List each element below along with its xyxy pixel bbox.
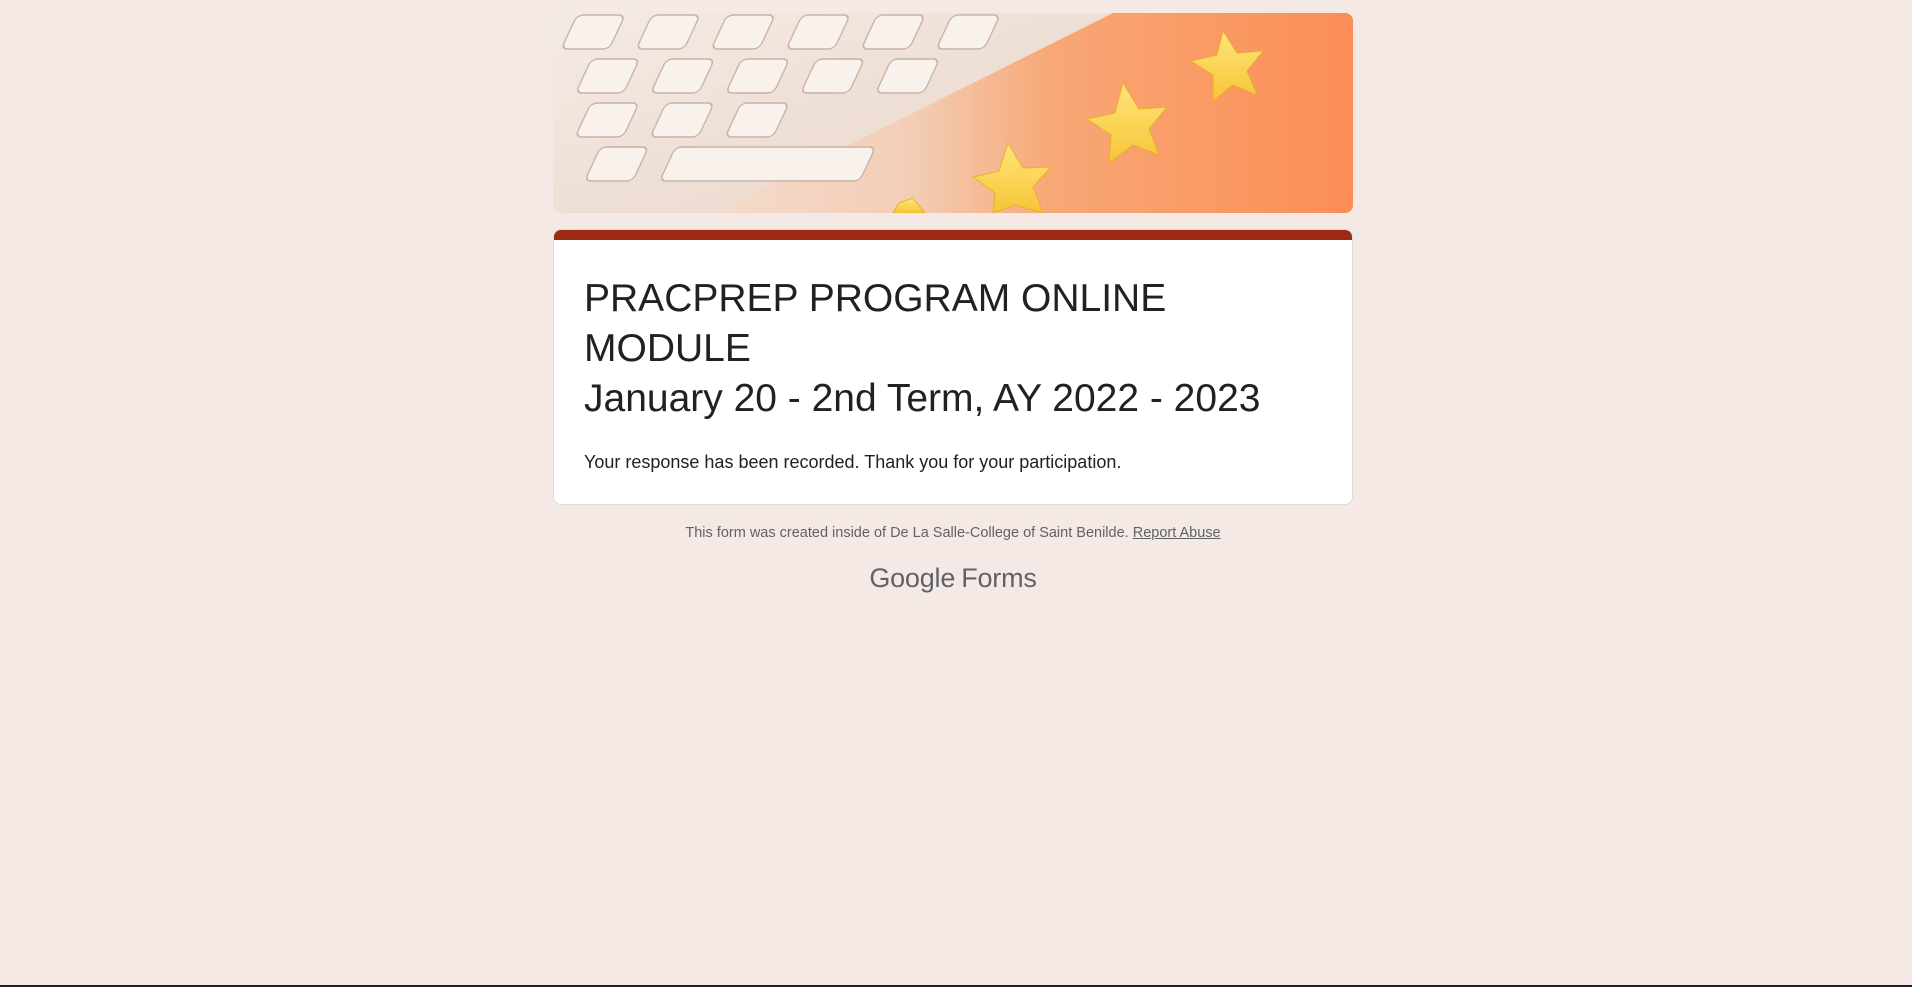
- keyboard-stars-illustration: [553, 13, 1353, 213]
- footer-note: This form was created inside of De La Sa…: [553, 525, 1353, 541]
- brand-google: Google: [869, 563, 956, 593]
- header-banner-image: [553, 13, 1353, 213]
- form-confirmation-card: PRACPREP PROGRAM ONLINE MODULE January 2…: [553, 229, 1353, 505]
- card-body: PRACPREP PROGRAM ONLINE MODULE January 2…: [554, 240, 1352, 504]
- card-accent-bar: [554, 230, 1352, 240]
- report-abuse-link[interactable]: Report Abuse: [1133, 525, 1221, 541]
- confirmation-message: Your response has been recorded. Thank y…: [584, 452, 1122, 472]
- form-page: PRACPREP PROGRAM ONLINE MODULE January 2…: [553, 13, 1353, 594]
- google-forms-logo[interactable]: Google Forms: [553, 563, 1353, 594]
- form-title-line-2: January 20 - 2nd Term, AY 2022 - 2023: [584, 377, 1261, 420]
- form-title-line-1: PRACPREP PROGRAM ONLINE MODULE: [584, 277, 1167, 370]
- brand-product: Forms: [961, 563, 1037, 593]
- footer-note-text: This form was created inside of De La Sa…: [685, 525, 1129, 541]
- form-title: PRACPREP PROGRAM ONLINE MODULE January 2…: [584, 274, 1328, 424]
